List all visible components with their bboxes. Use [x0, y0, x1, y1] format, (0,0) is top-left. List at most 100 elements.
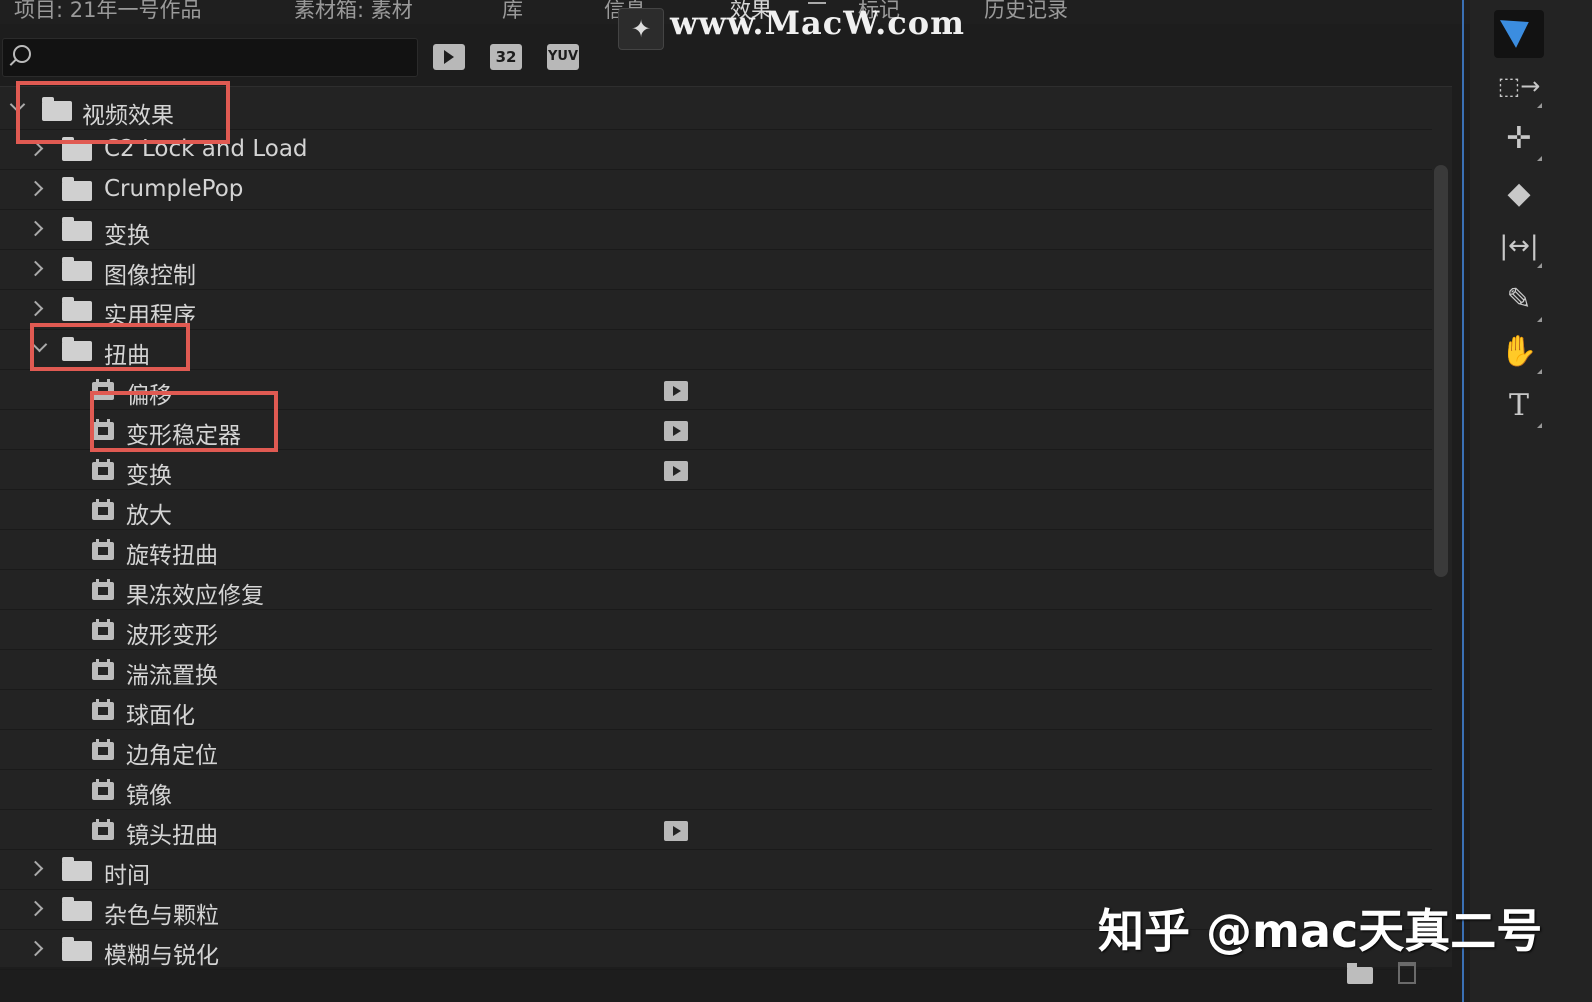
tree-effect[interactable]: 边角定位: [0, 729, 1432, 770]
effect-icon: [92, 659, 114, 680]
watermark-top: www.MacW.com: [670, 4, 965, 42]
tree-item-label: 图像控制: [104, 263, 196, 289]
folder-icon: [62, 297, 92, 321]
effect-icon: [92, 819, 114, 840]
tree-item-label: 边角定位: [126, 743, 218, 769]
tree-item-label: 变换: [104, 223, 150, 249]
effect-icon: [92, 459, 114, 480]
scrollbar-thumb[interactable]: [1434, 165, 1448, 577]
effect-icon: [92, 779, 114, 800]
search-icon: [13, 45, 31, 63]
chevron-right-icon[interactable]: [27, 900, 44, 917]
chevron-right-icon[interactable]: [27, 220, 44, 237]
32-bit-filter-button[interactable]: 32: [490, 44, 522, 70]
tree-item-label: 湍流置换: [126, 663, 218, 689]
tab-history[interactable]: 历史记录: [984, 0, 1068, 24]
pen-icon: ✎: [1506, 282, 1532, 317]
tree-effect[interactable]: 旋转扭曲: [0, 529, 1432, 570]
chevron-right-icon[interactable]: [27, 940, 44, 957]
tree-effect[interactable]: 镜头扭曲: [0, 809, 1432, 850]
chevron-right-icon[interactable]: [27, 860, 44, 877]
effects-tree-panel: 视频效果 C2 Lock and Load CrumplePop 变换 图像控制…: [0, 86, 1452, 970]
folder-icon: [62, 897, 92, 921]
slip-icon: |↔|: [1499, 231, 1539, 261]
accelerated-effect-icon: [664, 461, 688, 481]
folder-icon: [62, 137, 92, 161]
highlight-box-video-effects: [16, 81, 230, 144]
highlight-box-distort: [30, 323, 190, 371]
pen-tool-button[interactable]: ✎: [1494, 276, 1544, 324]
tree-item-label: 变换: [126, 463, 172, 489]
effect-icon: [92, 499, 114, 520]
tree-effect[interactable]: 果冻效应修复: [0, 569, 1432, 610]
tree-item-label: 时间: [104, 863, 150, 889]
tree-effect[interactable]: 变换: [0, 449, 1432, 490]
panel-divider[interactable]: [1462, 0, 1464, 1002]
hand-icon: ✋: [1500, 334, 1538, 369]
ripple-edit-icon: ✛: [1506, 121, 1532, 156]
tree-folder-distort[interactable]: 扭曲: [0, 329, 1432, 370]
accelerated-effect-icon: [664, 421, 688, 441]
tree-effect[interactable]: 湍流置换: [0, 649, 1432, 690]
ripple-edit-tool-button[interactable]: ✛: [1494, 115, 1544, 163]
effect-icon: [92, 539, 114, 560]
folder-icon: [62, 177, 92, 201]
slip-tool-button[interactable]: |↔|: [1494, 222, 1544, 270]
type-icon: T: [1508, 388, 1529, 423]
effect-icon: [92, 699, 114, 720]
watermark-logo-icon: ✦: [618, 8, 664, 50]
tree-folder[interactable]: 变换: [0, 209, 1432, 250]
selection-tool-button[interactable]: [1494, 8, 1544, 58]
accelerated-effects-filter-button[interactable]: [433, 44, 465, 70]
tab-bin[interactable]: 素材箱: 素材: [294, 0, 413, 24]
tree-item-label: 镜头扭曲: [126, 823, 218, 849]
tree-item-label: 杂色与颗粒: [104, 903, 219, 929]
tree-effect[interactable]: 镜像: [0, 769, 1432, 810]
tree-item-label: CrumplePop: [104, 176, 244, 202]
tab-libraries[interactable]: 库: [502, 0, 523, 24]
hand-tool-button[interactable]: ✋: [1494, 328, 1544, 376]
search-box: [2, 38, 418, 77]
new-bin-icon[interactable]: [1347, 963, 1373, 984]
highlight-box-warp-stabilizer: [90, 391, 278, 452]
type-tool-button[interactable]: T: [1494, 382, 1544, 430]
folder-icon: [62, 857, 92, 881]
tab-project[interactable]: 项目: 21年一号作品: [14, 0, 201, 24]
folder-icon: [62, 217, 92, 241]
watermark-bottom: 知乎 @mac天真二号: [1098, 904, 1543, 958]
tree-item-label: 波形变形: [126, 623, 218, 649]
chevron-right-icon[interactable]: [27, 260, 44, 277]
tree-item-label: 球面化: [126, 703, 195, 729]
chevron-right-icon[interactable]: [27, 180, 44, 197]
tree-item-label: 镜像: [126, 783, 172, 809]
trash-icon[interactable]: [1398, 962, 1416, 984]
track-select-tool-button[interactable]: ⬚→: [1494, 62, 1544, 110]
tree-folder[interactable]: 实用程序: [0, 289, 1432, 330]
tree-folder[interactable]: 图像控制: [0, 249, 1432, 290]
effect-icon: [92, 579, 114, 600]
yuv-filter-button[interactable]: YUV: [547, 44, 579, 70]
tree-item-label: 果冻效应修复: [126, 583, 264, 609]
accelerated-effect-icon: [664, 381, 688, 401]
tree-folder[interactable]: 时间: [0, 849, 1432, 890]
effect-icon: [92, 739, 114, 760]
accelerated-effects-icon: [444, 50, 454, 64]
tree-item-label: 旋转扭曲: [126, 543, 218, 569]
effect-icon: [92, 619, 114, 640]
arrow-icon: [1500, 8, 1537, 48]
folder-icon: [62, 937, 92, 961]
razor-icon: ◆: [1507, 176, 1531, 211]
chevron-right-icon[interactable]: [27, 300, 44, 317]
folder-icon: [62, 257, 92, 281]
tree-effect[interactable]: 放大: [0, 489, 1432, 530]
track-select-icon: ⬚→: [1497, 72, 1541, 100]
tree-effect[interactable]: 球面化: [0, 689, 1432, 730]
tree-folder[interactable]: CrumplePop: [0, 169, 1432, 210]
tree-item-label: 放大: [126, 503, 172, 529]
razor-tool-button[interactable]: ◆: [1494, 170, 1544, 218]
tree-effect[interactable]: 波形变形: [0, 609, 1432, 650]
tree-item-label: 模糊与锐化: [104, 943, 219, 969]
tools-panel: ⬚→ ✛ ◆ |↔| ✎ ✋ T: [1470, 0, 1592, 1002]
accelerated-effect-icon: [664, 821, 688, 841]
search-input[interactable]: [39, 43, 403, 72]
